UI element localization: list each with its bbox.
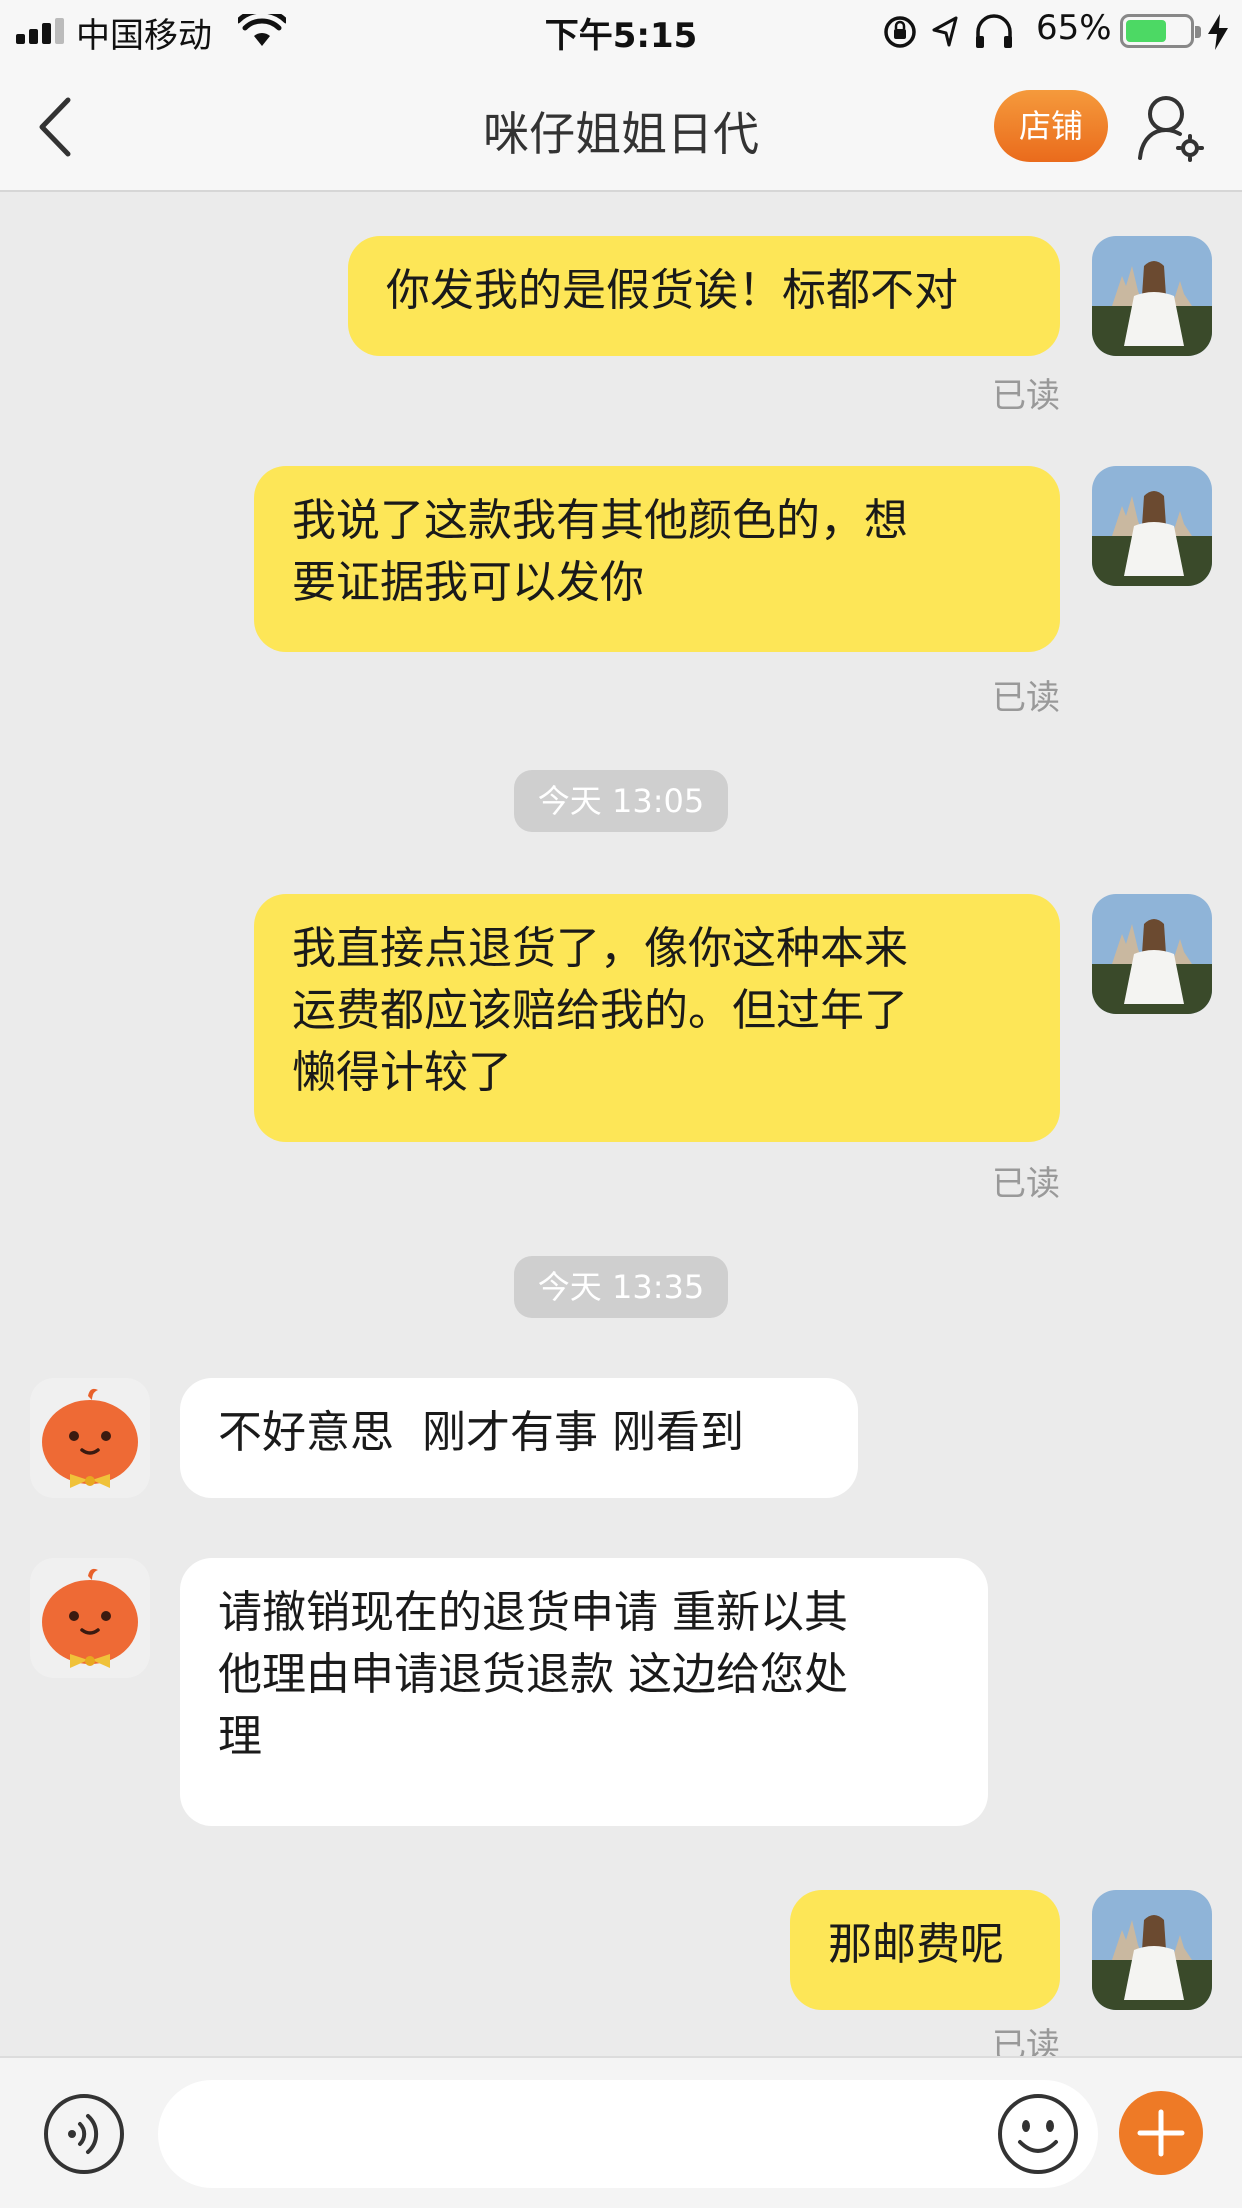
seller-avatar[interactable] bbox=[30, 1558, 150, 1678]
nav-bar: 咪仔姐姐日代 店铺 bbox=[0, 62, 1242, 192]
my-avatar[interactable] bbox=[1092, 1890, 1212, 2010]
plus-icon[interactable] bbox=[1118, 2090, 1204, 2176]
input-bar bbox=[0, 2056, 1242, 2208]
headphones-icon bbox=[976, 14, 1012, 48]
battery-level bbox=[1126, 20, 1167, 42]
message-bubble-received[interactable]: 请撤销现在的退货申请 重新以其 他理由申请退货退款 这边给您处 理 bbox=[180, 1558, 988, 1826]
voice-icon[interactable] bbox=[42, 2092, 126, 2176]
battery-icon bbox=[1120, 14, 1201, 48]
status-bar: 中国移动 下午5:15 65% bbox=[0, 0, 1242, 62]
message-input[interactable] bbox=[158, 2080, 1098, 2188]
my-avatar[interactable] bbox=[1092, 894, 1212, 1014]
rotation-lock-icon bbox=[884, 16, 916, 48]
read-receipt: 已读 bbox=[992, 1164, 1060, 1204]
user-settings-icon[interactable] bbox=[1136, 92, 1206, 162]
emoji-icon[interactable] bbox=[996, 2092, 1080, 2176]
read-receipt: 已读 bbox=[992, 376, 1060, 416]
message-bubble-sent[interactable]: 你发我的是假货诶！标都不对 bbox=[348, 236, 1060, 356]
seller-avatar[interactable] bbox=[30, 1378, 150, 1498]
time-divider: 今天 13:05 bbox=[514, 770, 728, 832]
chat-screen: 中国移动 下午5:15 65% 咪仔姐姐日代 店铺 你发我的是假货诶！标都不对 … bbox=[0, 0, 1242, 2208]
status-icons bbox=[884, 14, 1012, 48]
my-avatar[interactable] bbox=[1092, 466, 1212, 586]
shop-button[interactable]: 店铺 bbox=[994, 90, 1108, 162]
message-bubble-sent[interactable]: 那邮费呢 bbox=[790, 1890, 1060, 2010]
time-divider: 今天 13:35 bbox=[514, 1256, 728, 1318]
message-bubble-sent[interactable]: 我说了这款我有其他颜色的，想 要证据我可以发你 bbox=[254, 466, 1060, 652]
location-icon bbox=[932, 16, 958, 47]
battery-percent: 65% bbox=[1036, 8, 1112, 48]
my-avatar[interactable] bbox=[1092, 236, 1212, 356]
charging-icon bbox=[1208, 14, 1228, 50]
message-bubble-sent[interactable]: 我直接点退货了，像你这种本来 运费都应该赔给我的。但过年了 懒得计较了 bbox=[254, 894, 1060, 1142]
message-bubble-received[interactable]: 不好意思 刚才有事 刚看到 bbox=[180, 1378, 858, 1498]
message-list[interactable]: 你发我的是假货诶！标都不对 已读 我说了这款我有其他颜色的，想 要证据我可以发你… bbox=[0, 194, 1242, 2066]
read-receipt: 已读 bbox=[992, 678, 1060, 718]
